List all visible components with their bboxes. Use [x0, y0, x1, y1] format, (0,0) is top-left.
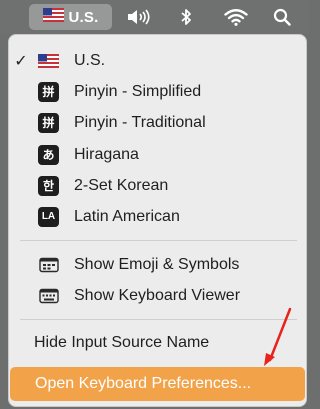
menu-item-label: Show Keyboard Viewer	[74, 286, 241, 304]
checkmark-icon: ✓	[14, 52, 28, 70]
menu-bar: U.S.	[0, 0, 309, 34]
menu-item-show-keyboard-viewer[interactable]: Show Keyboard Viewer	[9, 280, 306, 311]
pinyin-simplified-icon: 拼	[38, 81, 59, 102]
menu-separator	[20, 319, 297, 320]
emoji-viewer-icon	[38, 255, 59, 275]
input-source-dropdown-menu: ✓ U.S. 拼 Pinyin - Simplified 拼 Pinyin - …	[8, 34, 307, 407]
bluetooth-icon[interactable]	[172, 4, 200, 30]
menu-item-2-set-korean[interactable]: 한 2-Set Korean	[9, 170, 306, 201]
wifi-icon[interactable]	[221, 4, 251, 30]
menu-item-us[interactable]: ✓ U.S.	[9, 45, 306, 76]
input-source-name: U.S.	[68, 8, 99, 26]
menu-item-hide-input-source-name[interactable]: Hide Input Source Name	[9, 327, 306, 358]
menu-item-hiragana[interactable]: あ Hiragana	[9, 139, 306, 170]
menu-item-label: Show Emoji & Symbols	[74, 255, 240, 273]
us-flag-icon	[38, 51, 59, 71]
menu-item-label: 2-Set Korean	[74, 176, 169, 194]
menu-item-label: Pinyin - Simplified	[74, 82, 202, 100]
menu-item-label: Latin American	[74, 207, 180, 225]
volume-icon[interactable]	[122, 4, 156, 30]
menu-item-pinyin-simplified[interactable]: 拼 Pinyin - Simplified	[9, 76, 306, 107]
menu-item-label: Hide Input Source Name	[34, 333, 210, 351]
menu-item-show-emoji-symbols[interactable]: Show Emoji & Symbols	[9, 249, 306, 280]
keyboard-viewer-icon	[38, 286, 59, 306]
menu-item-pinyin-traditional[interactable]: 拼 Pinyin - Traditional	[9, 107, 306, 138]
spotlight-search-icon[interactable]	[268, 4, 296, 30]
input-source-menu-button[interactable]: U.S.	[29, 4, 112, 30]
menu-item-latin-american[interactable]: LA Latin American	[9, 201, 306, 232]
us-flag-icon	[42, 8, 64, 26]
menu-item-label: Open Keyboard Preferences...	[35, 375, 252, 392]
menu-item-label: Hiragana	[74, 145, 139, 163]
hiragana-icon: あ	[38, 144, 59, 165]
menu-item-label: Pinyin - Traditional	[74, 113, 206, 131]
menu-item-label: U.S.	[74, 51, 106, 69]
latin-american-icon: LA	[38, 206, 59, 227]
menu-item-open-keyboard-preferences[interactable]: Open Keyboard Preferences...	[10, 367, 305, 401]
korean-icon: 한	[38, 175, 59, 196]
menu-separator	[20, 240, 297, 241]
pinyin-traditional-icon: 拼	[38, 112, 59, 133]
